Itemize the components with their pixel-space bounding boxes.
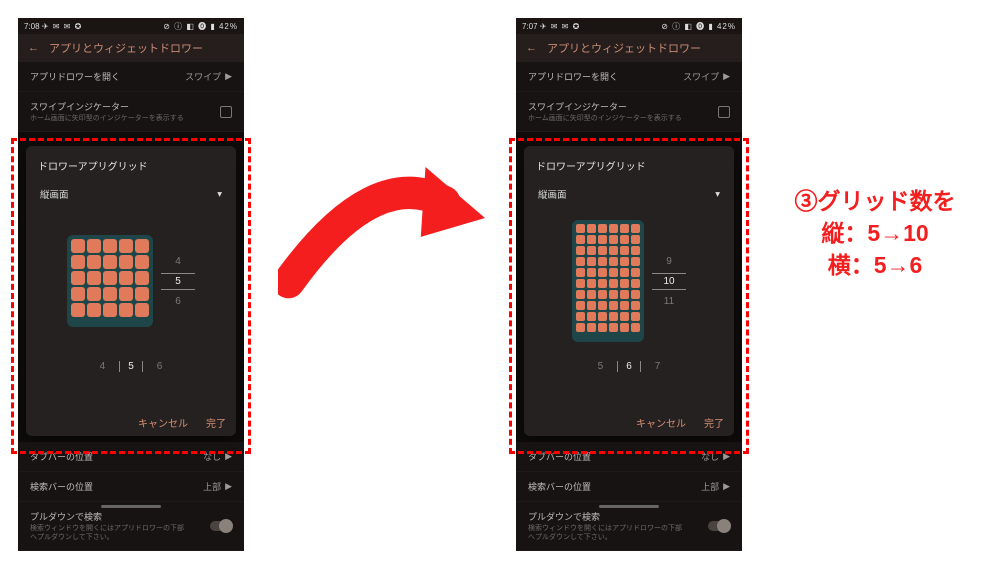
statusbar: 7:08 ✈ ✉ ✉ ✪ ⊘ ⓘ ◧ ⓿ ▮ 42% bbox=[18, 18, 244, 34]
phone-before: 7:08 ✈ ✉ ✉ ✪ ⊘ ⓘ ◧ ⓿ ▮ 42% ← アプリとウィジェットド… bbox=[18, 18, 244, 513]
grid-dialog: ドロワーアプリグリッド 縦画面 ▾ 4 5 6 4 bbox=[26, 146, 236, 436]
row-swipe-indicator[interactable]: スワイプインジケーター ホーム画面に矢印型のインジケーターを表示する bbox=[516, 92, 742, 132]
cancel-button[interactable]: キャンセル bbox=[636, 415, 686, 430]
dialog-title: ドロワーアプリグリッド bbox=[536, 158, 722, 173]
chevron-right-icon: ▶ bbox=[225, 71, 232, 82]
chevron-down-icon: ▾ bbox=[217, 189, 222, 200]
chevron-right-icon: ▶ bbox=[225, 451, 232, 462]
row-open-drawer[interactable]: アプリドロワーを開く スワイプ▶ bbox=[516, 62, 742, 92]
phone-after: 7:07 ✈ ✉ ✉ ✪ ⊘ ⓘ ◧ ⓿ ▮ 42% ← アプリとウィジェットド… bbox=[516, 18, 742, 513]
cols-picker[interactable]: 5 6 7 bbox=[536, 361, 722, 372]
switch-icon[interactable] bbox=[708, 521, 730, 531]
row-swipe-indicator[interactable]: スワイプインジケーター ホーム画面に矢印型のインジケーターを表示する bbox=[18, 92, 244, 132]
home-indicator bbox=[101, 505, 161, 508]
chevron-right-icon: ▶ bbox=[225, 481, 232, 492]
back-icon[interactable]: ← bbox=[526, 42, 537, 54]
grid-preview bbox=[572, 220, 644, 342]
cancel-button[interactable]: キャンセル bbox=[138, 415, 188, 430]
chevron-down-icon: ▾ bbox=[715, 189, 720, 200]
chevron-right-icon: ▶ bbox=[723, 71, 730, 82]
row-pulldown-search[interactable]: プルダウンで検索 検索ウィンドウを開くにはアプリドロワーの下部 へプルダウンして… bbox=[18, 502, 244, 551]
rows-picker[interactable]: 9 10 11 bbox=[652, 256, 686, 307]
checkbox-icon[interactable] bbox=[718, 106, 730, 118]
appbar: ← アプリとウィジェットドロワー bbox=[516, 34, 742, 62]
grid-preview bbox=[67, 235, 153, 327]
annotation-text: ③グリッド数を 縦：5→10 横：5→6 bbox=[760, 185, 990, 282]
row-searchbar[interactable]: 検索バーの位置 上部▶ bbox=[18, 472, 244, 502]
chevron-right-icon: ▶ bbox=[723, 481, 730, 492]
cols-picker[interactable]: 4 5 6 bbox=[38, 361, 224, 372]
ok-button[interactable]: 完了 bbox=[206, 415, 226, 430]
dialog-title: ドロワーアプリグリッド bbox=[38, 158, 224, 173]
rows-picker[interactable]: 4 5 6 bbox=[161, 256, 195, 307]
appbar-title: アプリとウィジェットドロワー bbox=[49, 40, 203, 56]
checkbox-icon[interactable] bbox=[220, 106, 232, 118]
transition-arrow-icon bbox=[278, 150, 488, 320]
row-open-drawer[interactable]: アプリドロワーを開く スワイプ▶ bbox=[18, 62, 244, 92]
chevron-right-icon: ▶ bbox=[723, 451, 730, 462]
back-icon[interactable]: ← bbox=[28, 42, 39, 54]
grid-dialog: ドロワーアプリグリッド 縦画面 ▾ 9 10 11 5 bbox=[524, 146, 734, 436]
orientation-select[interactable]: 縦画面 ▾ bbox=[536, 183, 722, 211]
row-tabbar[interactable]: タブバーの位置 なし▶ bbox=[516, 442, 742, 472]
home-indicator bbox=[599, 505, 659, 508]
switch-icon[interactable] bbox=[210, 521, 232, 531]
appbar-title: アプリとウィジェットドロワー bbox=[547, 40, 701, 56]
row-pulldown-search[interactable]: プルダウンで検索 検索ウィンドウを開くにはアプリドロワーの下部 へプルダウンして… bbox=[516, 502, 742, 551]
orientation-select[interactable]: 縦画面 ▾ bbox=[38, 183, 224, 211]
ok-button[interactable]: 完了 bbox=[704, 415, 724, 430]
row-searchbar[interactable]: 検索バーの位置 上部▶ bbox=[516, 472, 742, 502]
appbar: ← アプリとウィジェットドロワー bbox=[18, 34, 244, 62]
statusbar: 7:07 ✈ ✉ ✉ ✪ ⊘ ⓘ ◧ ⓿ ▮ 42% bbox=[516, 18, 742, 34]
row-tabbar[interactable]: タブバーの位置 なし▶ bbox=[18, 442, 244, 472]
